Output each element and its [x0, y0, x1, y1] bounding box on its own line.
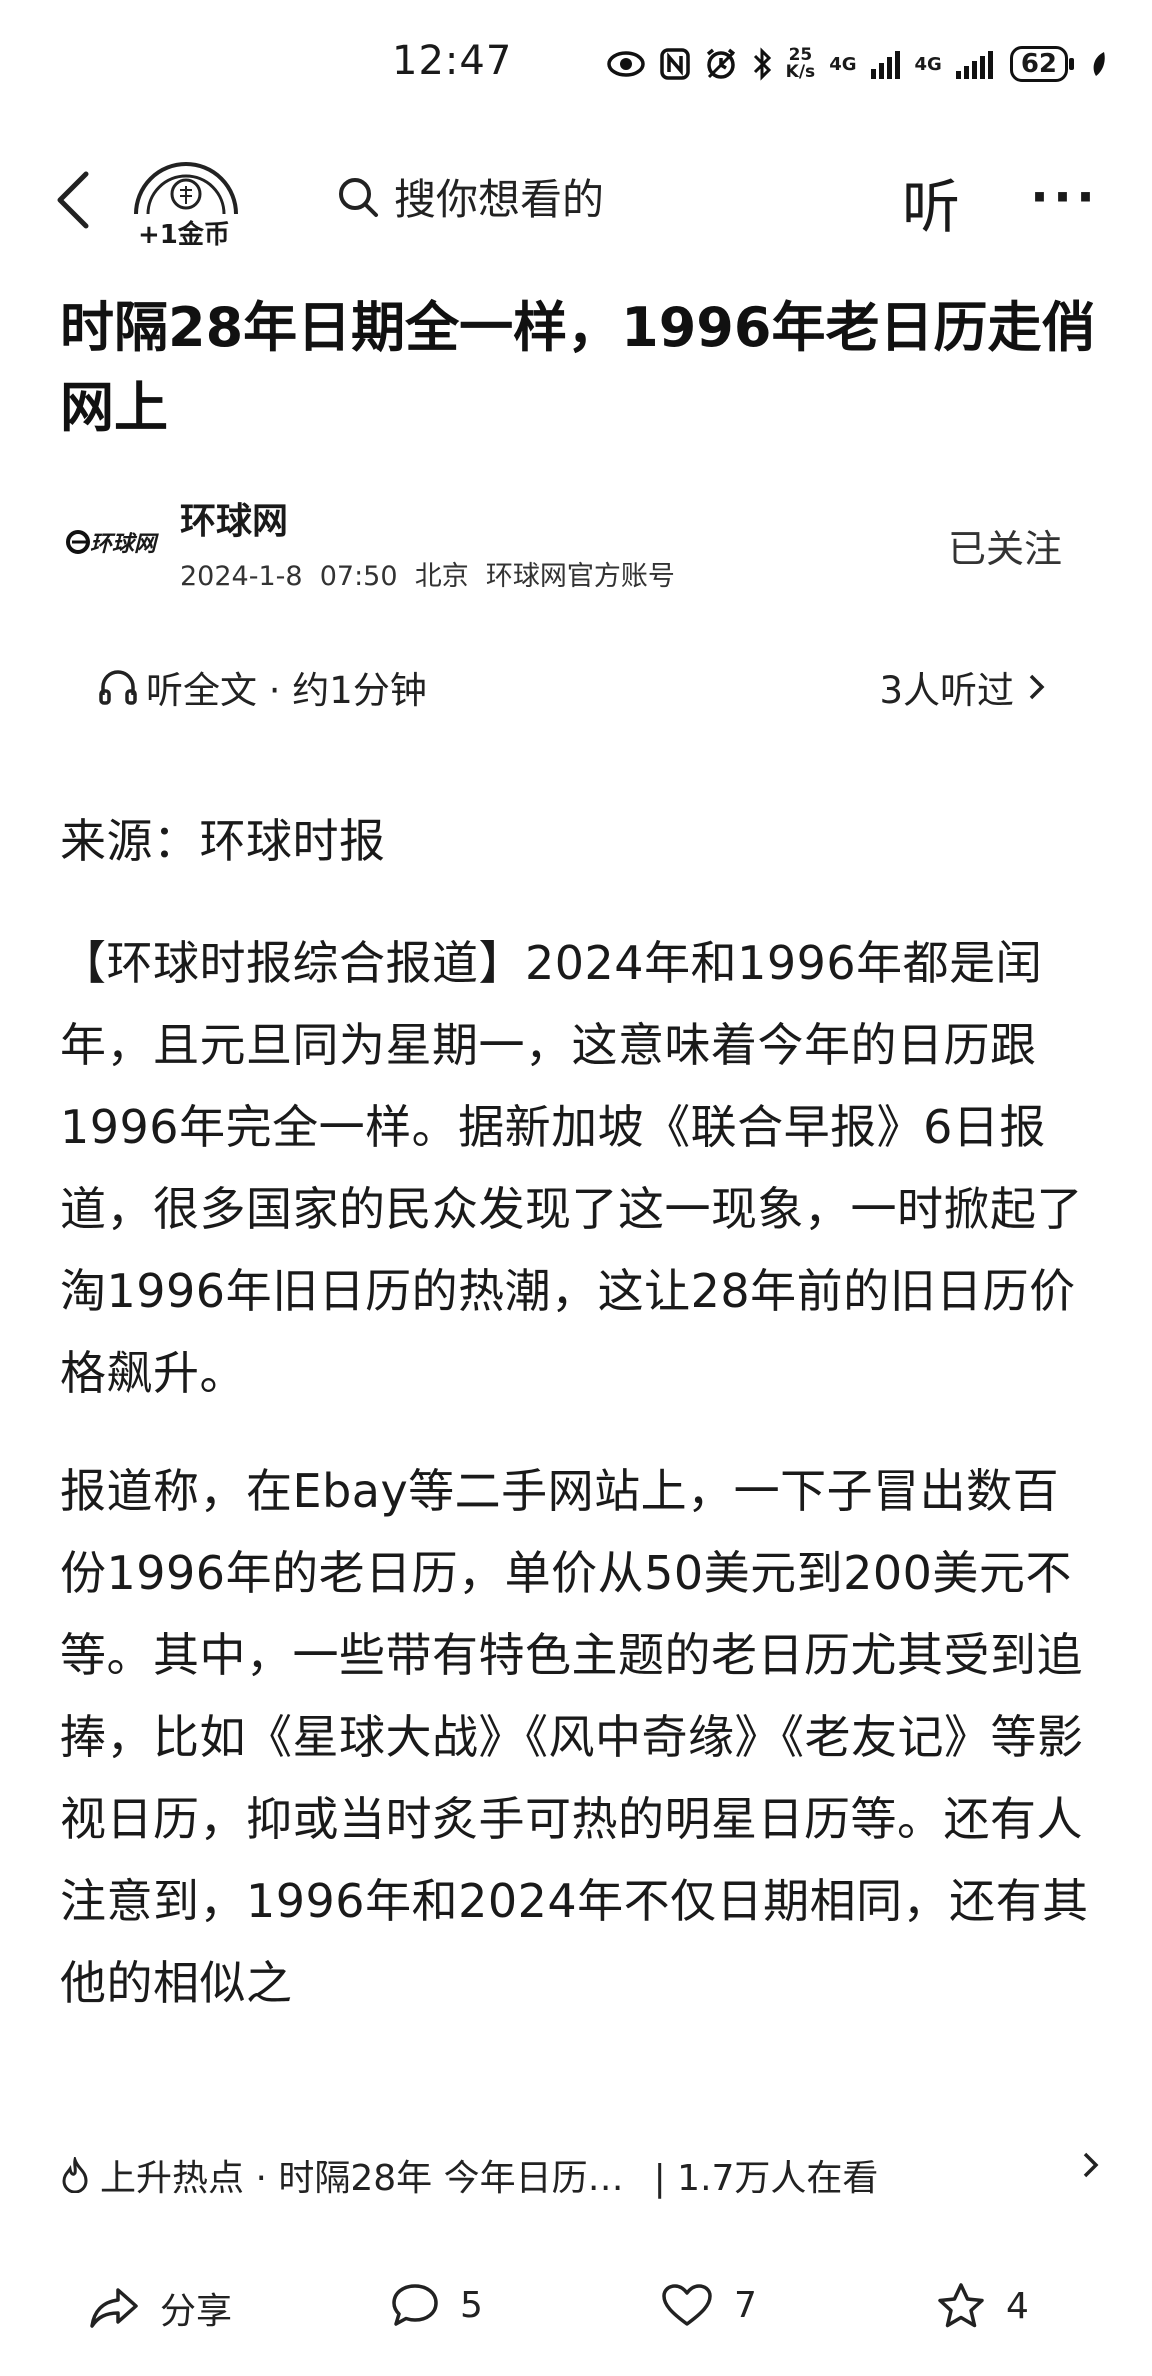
like-count: 7 — [734, 2284, 757, 2326]
search-icon — [339, 177, 378, 217]
status-icons: 25 K/s 4G 4G 62 — [606, 44, 1108, 84]
chevron-right-icon — [1083, 2152, 1099, 2178]
signal-label-2: 4G — [914, 53, 942, 75]
hot-topic-text: 上升热点 · 时隔28年 今年日历… — [100, 2158, 624, 2199]
headphones-icon — [99, 670, 137, 705]
author-logo-text: 环球网 — [90, 532, 157, 557]
author-name[interactable]: 环球网 — [180, 492, 288, 544]
network-speed: 25 K/s — [786, 47, 816, 81]
flame-icon — [62, 2157, 88, 2193]
star-icon — [938, 2283, 984, 2328]
hot-topic-viewers: | 1.7万人在看 — [653, 2158, 879, 2199]
coin-label: +1金币 — [136, 214, 232, 251]
author-meta: 2024-1-8 07:50 北京 环球网官方账号 — [180, 561, 675, 592]
bottom-action-bar: 分享 5 7 4 — [0, 2250, 1152, 2376]
coin-ring-icon — [134, 162, 238, 215]
chevron-right-icon — [1029, 674, 1045, 700]
comment-icon — [392, 2284, 438, 2326]
follow-button[interactable]: 已关注 — [948, 518, 1062, 573]
share-button[interactable]: 分享 — [88, 2282, 232, 2334]
more-menu-button[interactable]: ··· — [1030, 168, 1099, 226]
listener-count-link[interactable]: 3人听过 — [879, 660, 1046, 714]
back-icon[interactable] — [54, 170, 94, 230]
listen-button[interactable]: 听 — [902, 160, 960, 244]
battery-indicator: 62 — [1009, 46, 1075, 82]
status-bar: 12:47 25 K/s 4G 4G 62 — [0, 0, 1152, 130]
like-button[interactable]: 7 — [660, 2282, 757, 2328]
listen-duration: 听全文 · 约1分钟 — [146, 669, 427, 712]
status-time: 12:47 — [392, 38, 513, 84]
eye-icon — [606, 51, 645, 77]
bluetooth-icon — [753, 47, 771, 81]
article-paragraph: 报道称，在Ebay等二手网站上，一下子冒出数百份1996年的老日历，单价从50美… — [60, 1464, 1089, 2010]
favorite-count: 4 — [1006, 2285, 1029, 2327]
speed-unit: K/s — [785, 62, 816, 82]
article-source: 来源：环球时报 — [60, 814, 386, 868]
comment-button[interactable]: 5 — [390, 2282, 483, 2328]
nfc-icon — [659, 48, 690, 80]
share-icon — [90, 2288, 138, 2328]
listener-count: 3人听过 — [879, 669, 1014, 712]
heart-icon — [662, 2284, 712, 2326]
favorite-button[interactable]: 4 — [936, 2282, 1029, 2330]
hot-topic-bar[interactable]: 上升热点 · 时隔28年 今年日历… | 1.7万人在看 — [60, 2140, 1100, 2210]
listen-full-text-button[interactable]: 听全文 · 约1分钟 — [98, 660, 427, 714]
article-title: 时隔28年日期全一样，1996年老日历走俏网上 — [60, 296, 1096, 439]
article-paragraph: 【环球时报综合报道】2024年和1996年都是闰年，且元旦同为星期一，这意味着今… — [60, 936, 1083, 1400]
share-label: 分享 — [160, 2291, 233, 2332]
search-bar[interactable]: 搜你想看的 — [336, 166, 604, 227]
coin-reward-button[interactable]: +1金币 — [128, 142, 244, 254]
author-avatar[interactable]: 环球网 — [62, 520, 162, 580]
search-placeholder: 搜你想看的 — [394, 175, 605, 224]
signal-icon-2 — [955, 51, 993, 79]
leaf-icon — [1093, 52, 1105, 76]
comment-count: 5 — [460, 2284, 483, 2326]
alarm-icon — [706, 48, 735, 79]
article-body: 来源：环球时报 【环球时报综合报道】2024年和1996年都是闰年，且元旦同为星… — [60, 800, 1100, 2060]
signal-label-1: 4G — [829, 53, 857, 75]
signal-icon — [870, 51, 900, 79]
